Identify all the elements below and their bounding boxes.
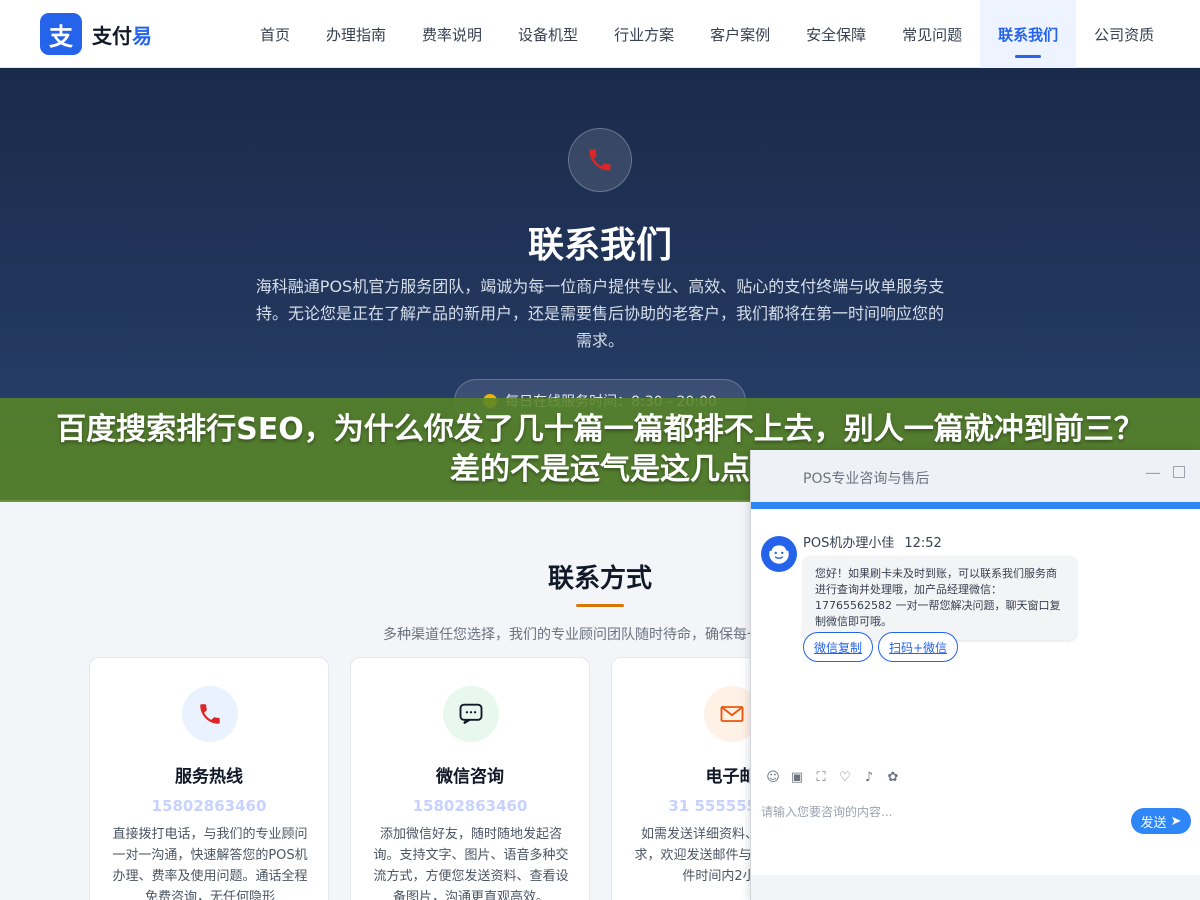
card-title: 微信咨询 <box>436 767 504 787</box>
sound-icon[interactable]: ♪ <box>857 770 881 788</box>
hero-title: 联系我们 <box>527 225 672 266</box>
logo-mark: 支 <box>40 13 82 55</box>
send-button[interactable]: 发送 ➤ <box>1131 808 1191 834</box>
nav-item-rates[interactable]: 费率说明 <box>404 0 500 68</box>
wechat-icon[interactable]: ✿ <box>881 770 905 788</box>
nav-item-security[interactable]: 安全保障 <box>788 0 884 68</box>
send-icon: ➤ <box>1170 813 1182 829</box>
chat-toolbar: ☺ ▣ ⛶ ♡ ♪ ✿ <box>761 770 905 788</box>
agent-avatar <box>761 536 797 572</box>
message-time: 12:52 <box>904 536 942 551</box>
nav-item-qualification[interactable]: 公司资质 <box>1076 0 1172 68</box>
nav-item-devices[interactable]: 设备机型 <box>500 0 596 68</box>
chat-message-bubble: 您好！如果刷卡未及时到账，可以联系我们服务商进行查询并处理哦，加产品经理微信：1… <box>803 556 1077 640</box>
send-label: 发送 <box>1140 815 1167 831</box>
rating-icon[interactable]: ♡ <box>833 770 857 788</box>
maximize-icon[interactable] <box>1173 466 1185 478</box>
card-title: 服务热线 <box>175 767 243 787</box>
screenshot-icon[interactable]: ⛶ <box>809 770 833 788</box>
section-title-underline <box>576 604 624 607</box>
card-description: 添加微信好友，随时随地发起咨询。支持文字、图片、语音多种交流方式，方便您发送资料… <box>373 827 569 900</box>
phone-icon <box>182 686 238 742</box>
phone-icon <box>568 128 632 192</box>
chat-title: POS专业咨询与售后 <box>803 471 930 487</box>
image-icon[interactable]: ▣ <box>785 770 809 788</box>
logo-text-accent: 易 <box>132 23 152 48</box>
logo-text: 支付易 <box>92 20 152 49</box>
site-header: 支 支付易 首页 办理指南 费率说明 设备机型 行业方案 客户案例 安全保障 常… <box>0 0 1200 68</box>
chat-footer <box>751 875 1200 900</box>
card-description: 直接拨打电话，与我们的专业顾问一对一沟通，快速解答您的POS机办理、费率及使用问… <box>112 827 308 900</box>
nav-item-solutions[interactable]: 行业方案 <box>596 0 692 68</box>
main-nav: 首页 办理指南 费率说明 设备机型 行业方案 客户案例 安全保障 常见问题 联系… <box>242 0 1172 68</box>
nav-item-faq[interactable]: 常见问题 <box>884 0 980 68</box>
contact-card-hotline: 服务热线 15802863460 直接拨打电话，与我们的专业顾问一对一沟通，快速… <box>89 657 329 900</box>
nav-item-guide[interactable]: 办理指南 <box>308 0 404 68</box>
nav-item-contact[interactable]: 联系我们 <box>980 0 1077 68</box>
emoji-icon[interactable]: ☺ <box>761 770 785 788</box>
nav-item-home[interactable]: 首页 <box>242 0 308 68</box>
chat-accent-bar <box>751 502 1200 509</box>
logo-text-main: 支付 <box>92 23 132 48</box>
chat-header[interactable]: POS专业咨询与售后 — <box>751 450 1200 502</box>
agent-name-text: POS机办理小佳 <box>803 536 895 551</box>
agent-name: POS机办理小佳 12:52 <box>803 532 942 551</box>
site-logo[interactable]: 支 支付易 <box>40 13 152 55</box>
copy-wechat-button[interactable]: 微信复制 <box>803 632 874 662</box>
card-number[interactable]: 15802863460 <box>351 797 589 815</box>
chat-input[interactable] <box>761 802 1121 822</box>
minimize-icon[interactable]: — <box>1145 463 1161 482</box>
contact-card-wechat: 微信咨询 15802863460 添加微信好友，随时随地发起咨询。支持文字、图片… <box>350 657 590 900</box>
chat-widget: POS专业咨询与售后 — POS机办理小佳 12:52 您好！如果刷卡未及时到账，… <box>750 450 1200 900</box>
chat-icon <box>443 686 499 742</box>
hero-description: 海科融通POS机官方服务团队，竭诚为每一位商户提供专业、高效、贴心的支付终端与收… <box>255 277 945 350</box>
nav-item-cases[interactable]: 客户案例 <box>692 0 788 68</box>
card-number[interactable]: 15802863460 <box>90 797 328 815</box>
scan-wechat-button[interactable]: 扫码+微信 <box>878 632 959 662</box>
